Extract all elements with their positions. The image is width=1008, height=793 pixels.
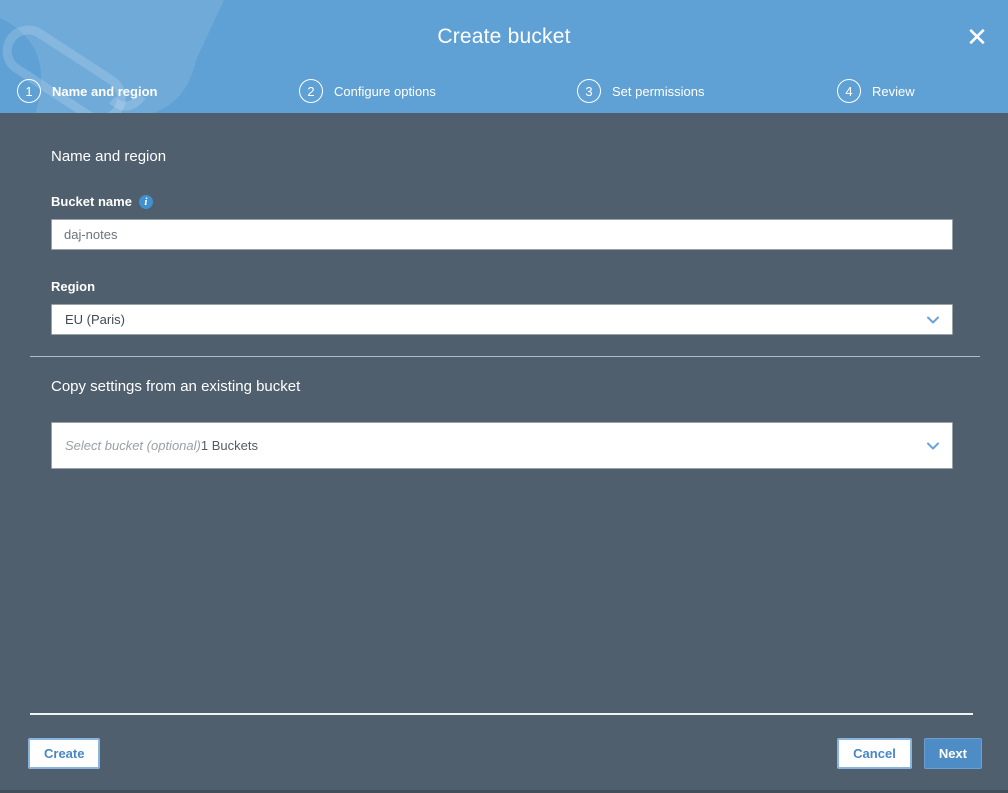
modal-body: Name and region Bucket name i Region EU … xyxy=(0,113,1008,793)
copy-settings-title: Copy settings from an existing bucket xyxy=(51,378,301,395)
step-name-and-region[interactable]: 1 Name and region xyxy=(17,78,157,104)
step-2-circle: 2 xyxy=(299,79,323,103)
region-selected-value: EU (Paris) xyxy=(65,312,125,327)
region-select[interactable]: EU (Paris) xyxy=(51,304,953,335)
copy-bucket-placeholder: Select bucket (optional) xyxy=(65,438,201,453)
next-button[interactable]: Next xyxy=(923,738,982,769)
chevron-down-icon xyxy=(927,316,939,323)
footer-divider xyxy=(30,713,973,715)
bucket-name-label: Bucket name i xyxy=(51,194,953,209)
copy-bucket-select-text: Select bucket (optional)1 Buckets xyxy=(65,438,258,453)
section-title-name-and-region: Name and region xyxy=(51,148,167,165)
region-label: Region xyxy=(51,279,953,294)
bucket-name-label-text: Bucket name xyxy=(51,194,132,209)
close-icon[interactable]: ✕ xyxy=(962,22,992,52)
create-button[interactable]: Create xyxy=(28,738,101,769)
section-divider xyxy=(30,356,980,357)
chevron-down-icon xyxy=(927,442,939,449)
copy-bucket-select[interactable]: Select bucket (optional)1 Buckets xyxy=(51,422,953,469)
step-1-label: Name and region xyxy=(52,83,158,99)
step-3-label: Set permissions xyxy=(612,83,705,99)
bucket-name-input[interactable] xyxy=(51,219,953,250)
step-1-circle: 1 xyxy=(17,79,41,103)
step-3-circle: 3 xyxy=(577,79,601,103)
page-title: Create bucket xyxy=(437,25,571,48)
region-label-text: Region xyxy=(51,279,96,294)
step-4-circle: 4 xyxy=(837,79,861,103)
bucket-count-text: 1 Buckets xyxy=(200,438,258,453)
cancel-button[interactable]: Cancel xyxy=(837,738,912,769)
step-4-label: Review xyxy=(872,83,915,99)
footer-right-buttons: Cancel Next xyxy=(837,738,982,769)
step-review[interactable]: 4 Review xyxy=(837,78,915,104)
step-2-label: Configure options xyxy=(334,83,436,99)
wizard-steps: 1 Name and region 2 Configure options 3 … xyxy=(0,78,1008,104)
info-icon[interactable]: i xyxy=(138,194,153,209)
create-bucket-modal: Create bucket ✕ 1 Name and region 2 Conf… xyxy=(0,0,1008,793)
modal-header: Create bucket ✕ 1 Name and region 2 Conf… xyxy=(0,0,1008,113)
step-configure-options[interactable]: 2 Configure options xyxy=(299,78,436,104)
step-set-permissions[interactable]: 3 Set permissions xyxy=(577,78,704,104)
modal-footer: Create Cancel Next xyxy=(28,738,982,769)
